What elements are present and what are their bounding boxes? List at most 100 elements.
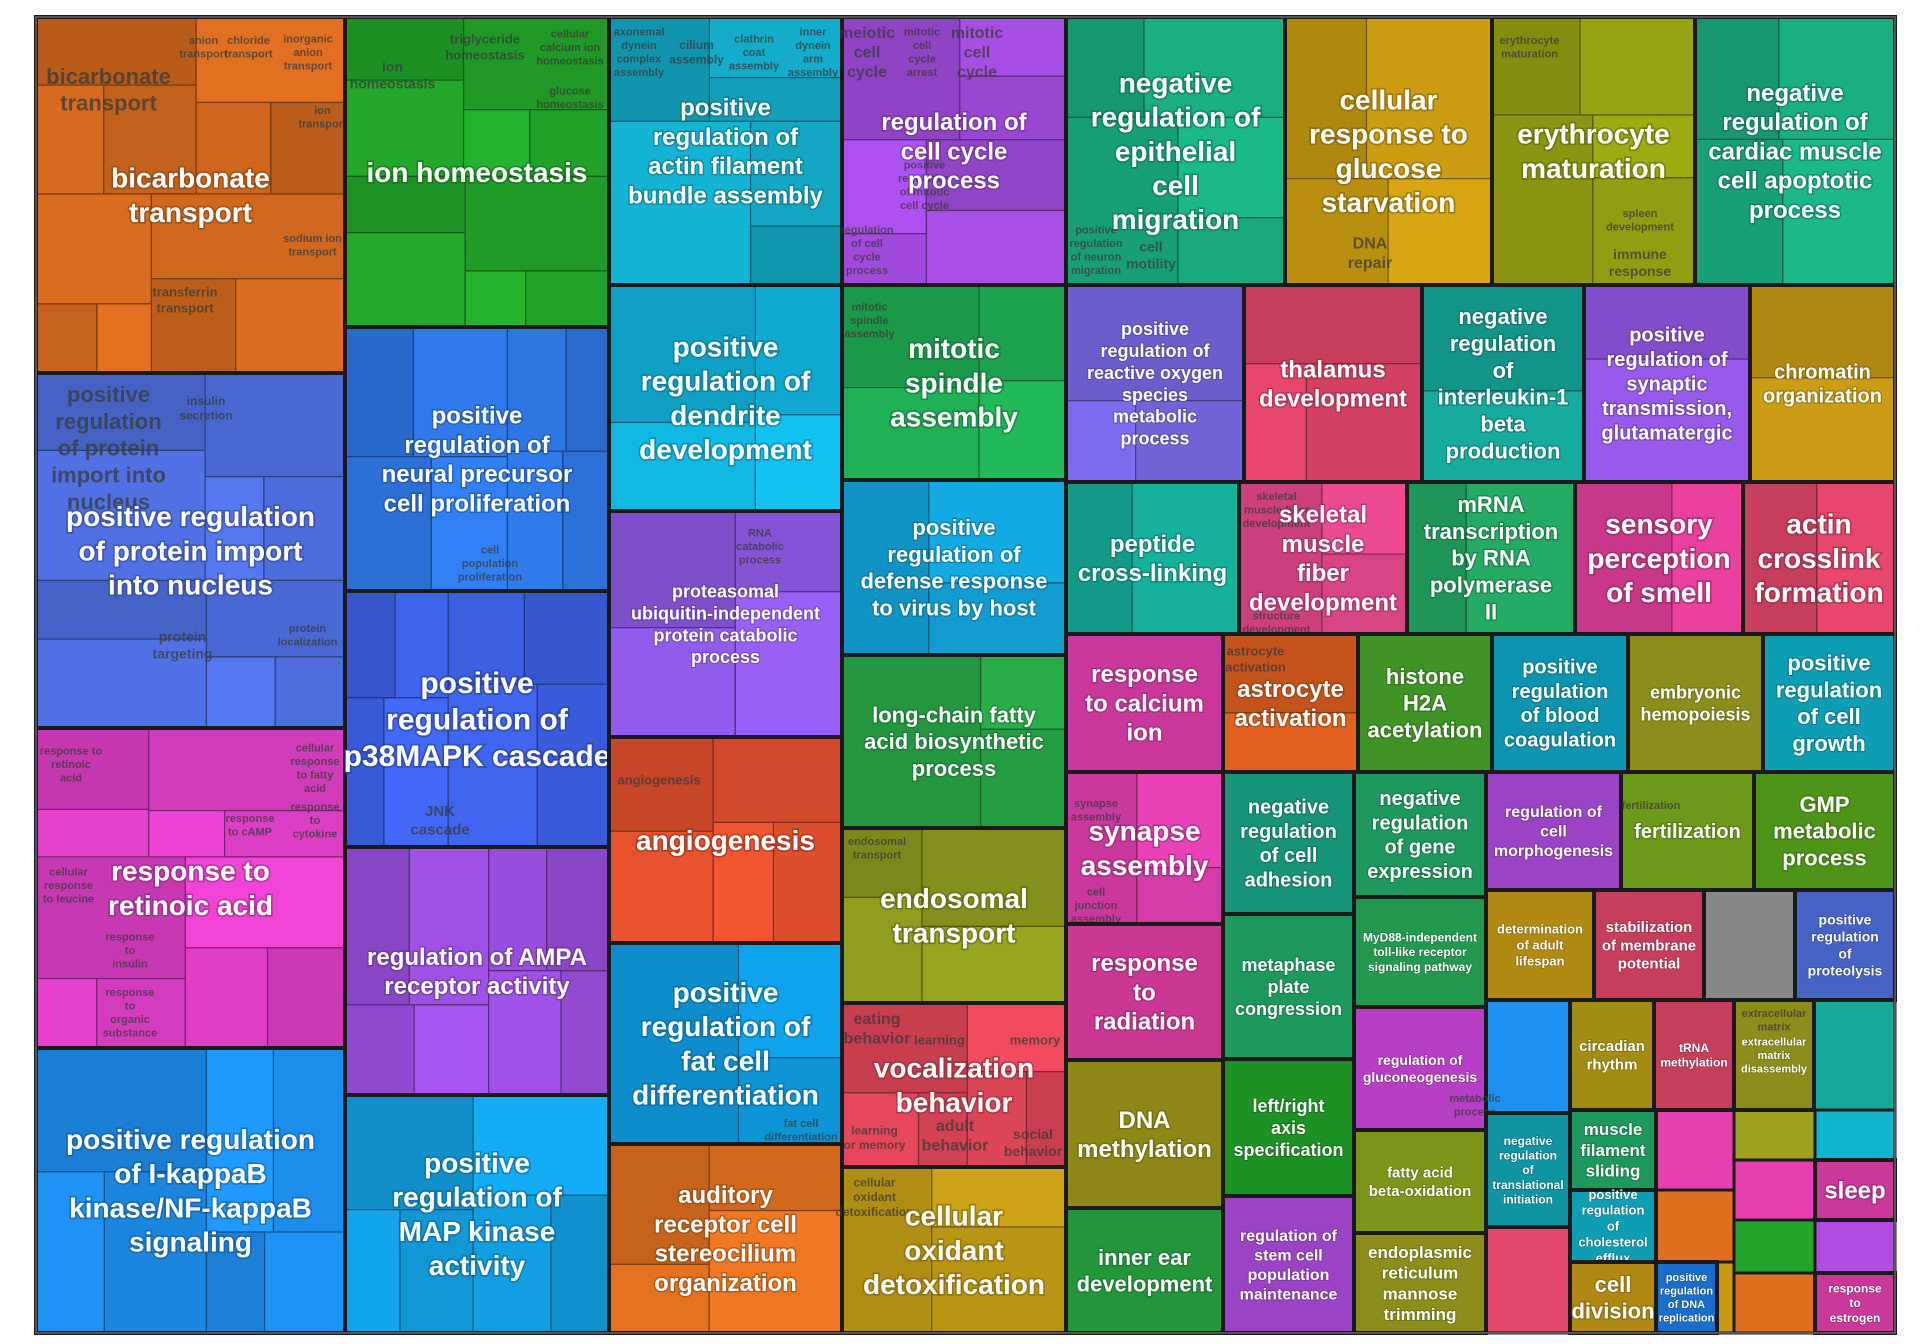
treemap-group: positive regulation of cholesterol efflux [1568, 1186, 1658, 1266]
treemap-group-label: sleep [1824, 1177, 1885, 1204]
treemap-group: positive regulation of I-kappaB kinase/NF-… [34, 1046, 347, 1335]
treemap-group: peptide cross-linking [1064, 480, 1241, 636]
treemap-subtile [472, 1094, 610, 1196]
treemap-subtile [1222, 771, 1355, 915]
treemap-filler-tile [1732, 1158, 1817, 1222]
treemap-group: regulation of AMPA receptor activity [343, 845, 611, 1097]
treemap-group-label: mitotic spindle assembly [890, 333, 1018, 432]
treemap-group: skeletal muscle fiber developmentstructure… [1237, 480, 1409, 636]
treemap-subtile-label: astrocyte activation [1225, 644, 1286, 675]
treemap-subtile [1065, 1059, 1224, 1209]
treemap-group: determination of adult lifespan [1484, 888, 1596, 1002]
treemap-subtile-label: response to organic substance [103, 987, 157, 1039]
treemap-subtile [1579, 16, 1696, 116]
treemap-subtile [464, 270, 527, 328]
treemap-subtile-label: transferrin transport [152, 285, 217, 316]
treemap-filler-tile [1732, 1108, 1817, 1162]
treemap-group: sleep [1813, 1158, 1897, 1222]
treemap-subtile-label: positive regulation of protein import into n… [51, 382, 166, 514]
treemap-filler-tile [1813, 1108, 1897, 1162]
treemap-subtile [925, 209, 1067, 286]
treemap-subtile [608, 942, 740, 1145]
treemap-group: positive regulation of reactive oxygen spec… [1064, 283, 1246, 484]
treemap-subtile [344, 590, 396, 699]
treemap-subtile-label: learning or memory [843, 1123, 905, 1152]
treemap-group-label: fertilization [1634, 821, 1741, 843]
treemap-group: response to calcium ion [1064, 632, 1225, 774]
treemap-group-label: ion homeostasis [367, 157, 588, 188]
treemap-group: actin crosslink formation [1741, 480, 1897, 636]
treemap-subtile [712, 736, 843, 823]
treemap-subtile [1222, 1195, 1355, 1334]
treemap-group-label: circadian rhythm [1579, 1038, 1645, 1073]
treemap-group: mRNA transcription by RNA polymerase II [1405, 480, 1577, 636]
treemap-subtile-label: angiogenesis [617, 773, 700, 788]
treemap-group: metabolic processregulation of gluconeogen… [1352, 1005, 1501, 1132]
treemap-subtile-label: insulin secretion [179, 394, 232, 423]
treemap-group: embryonic hemopoiesis [1626, 632, 1765, 774]
treemap-subtile-label: bicarbonate transport [46, 64, 171, 116]
treemap-subtile [525, 270, 610, 328]
treemap-group: chromatin organization [1748, 283, 1897, 484]
treemap-group: astrocyte activationastrocyte activation [1221, 632, 1360, 774]
treemap-subtile [344, 1209, 401, 1334]
treemap-subtile [263, 1231, 346, 1334]
treemap-group: metaphase plate congression [1221, 912, 1356, 1061]
treemap-subtile [841, 479, 930, 656]
treemap-group-label: muscle filament sliding [1580, 1120, 1646, 1180]
treemap-filler-tile [1484, 1225, 1572, 1335]
treemap-chart: bicarbonate transportanion transportchlori… [34, 15, 1897, 1335]
treemap-group: left/right axis specification [1221, 1057, 1356, 1198]
treemap-subtile [270, 101, 346, 195]
treemap-group: bicarbonate transportanion transportchlori… [34, 15, 347, 375]
treemap-group-label: angiogenesis [636, 825, 815, 856]
treemap-subtile [35, 303, 98, 374]
treemap-group: muscle filament sliding [1568, 1108, 1658, 1192]
treemap-group: angiogenesis angiogenesis [607, 735, 844, 945]
treemap-group-label: embryonic hemopoiesis [1640, 682, 1750, 724]
treemap-subtile [344, 232, 466, 328]
treemap-subtile-label: mitotic cell cycle arrest [904, 27, 940, 79]
treemap-group: inner ear development [1064, 1206, 1225, 1335]
treemap-group: positive regulation of protein import into n… [34, 371, 347, 730]
treemap-subtile-label: erythrocyte maturation [1500, 35, 1560, 60]
treemap-group: synapse assemblycell junction assemblysynap… [1064, 770, 1225, 926]
treemap-group: positive regulation of dendrite development [607, 283, 844, 513]
treemap-subtile [1065, 1207, 1224, 1334]
treemap-subtile-label: immune response [1609, 246, 1671, 279]
treemap-group: erythrocyte maturationspleen developmentim… [1490, 15, 1697, 287]
treemap-subtile [184, 947, 269, 1049]
treemap-subtile [565, 326, 610, 452]
treemap-group: extracellular matrixextracellular matrix di… [1732, 998, 1816, 1112]
treemap-filler-tile [1654, 1108, 1736, 1192]
treemap-subtile [235, 278, 346, 374]
treemap-subtile [1243, 284, 1423, 365]
treemap-subtile [1131, 481, 1240, 635]
treemap-subtile [148, 810, 226, 858]
treemap-group: response to retinoic acidcellular response t… [34, 726, 347, 1050]
treemap-group-label: MyD88-independent toll-like receptor signa… [1363, 931, 1477, 974]
treemap-group: thalamus development [1242, 283, 1424, 484]
treemap-group-label: endoplasmic reticulum mannose trimming [1368, 1243, 1472, 1324]
treemap-filler-tile [1732, 1271, 1817, 1335]
treemap-group: negative regulation of gene expression [1352, 770, 1488, 899]
treemap-subtile [344, 326, 414, 458]
treemap-subtile [1627, 633, 1764, 773]
treemap-group: GMP metabolic process [1752, 770, 1897, 892]
treemap-subtile [550, 1194, 610, 1334]
treemap-subtile [35, 808, 150, 858]
treemap-group: mitotic spindle assembly mitotic spindle asse… [840, 283, 1068, 482]
treemap-group: positive regulation of synaptic transmissio… [1582, 283, 1752, 484]
treemap-subtile [274, 656, 346, 729]
treemap-group-label: regulation of gluconeogenesis [1363, 1052, 1478, 1085]
treemap-subtile [35, 977, 98, 1049]
treemap-filler-tile [1812, 998, 1897, 1112]
treemap-subtile [1065, 481, 1133, 635]
treemap-group: negative regulation of interleukin-1 beta pro… [1420, 283, 1586, 484]
treemap-group: cell division [1568, 1260, 1658, 1335]
treemap-group: endosomal transportendosomal transport [840, 826, 1068, 1005]
treemap-group: cellular oxidant detoxificationcellular oxi… [835, 1165, 1068, 1335]
treemap-group: stabilization of membrane potential [1592, 888, 1706, 1002]
treemap-group: tRNA methylation [1652, 998, 1736, 1112]
treemap-group: response to radiation [1064, 922, 1225, 1062]
